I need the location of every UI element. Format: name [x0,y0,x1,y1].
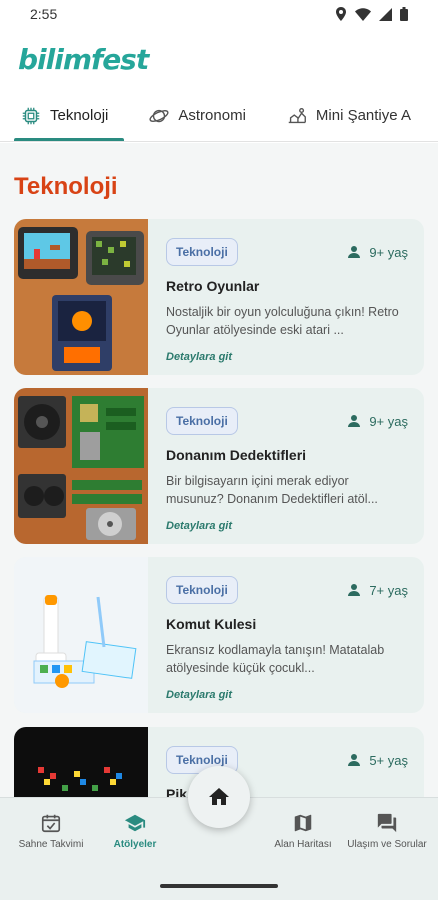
tab-label: Teknoloji [50,107,109,124]
person-icon [348,754,361,766]
map-icon [294,814,312,832]
planet-icon [149,109,169,122]
battery-icon [400,7,408,21]
person-icon [348,584,361,596]
age-label: 9+ yaş [347,245,408,260]
nav-atolyeler[interactable]: Atölyeler [90,812,180,850]
nav-sahne-takvimi[interactable]: Sahne Takvimi [6,812,96,850]
workshop-title: Retro Oyunlar [166,278,260,294]
nav-label: Ulaşım ve Sorular [347,839,427,850]
workshop-image-coding-tower [14,557,148,713]
workshop-title: Donanım Dedektifleri [166,447,307,463]
section-title: Teknoloji [14,173,118,200]
signal-icon [379,7,392,21]
workshop-title: Komut Kulesi [166,616,257,632]
age-value: 9+ yaş [369,244,408,260]
gesture-bar [160,884,278,888]
status-time: 2:55 [30,6,58,22]
chat-icon [377,813,397,833]
workshop-card[interactable]: Teknoloji 9+ yaş Retro Oyunlar Nostaljik… [14,219,424,375]
status-bar: 2:55 [0,0,438,28]
category-chip: Teknoloji [166,407,238,435]
category-chip: Teknoloji [166,238,238,266]
wifi-icon [355,7,371,21]
nav-label: Sahne Takvimi [18,839,84,850]
workshop-description: Nostaljik bir oyun yolculuğuna çıkın! Re… [166,305,399,337]
home-button[interactable] [188,766,250,828]
category-chip: Teknoloji [166,576,238,604]
age-label: 7+ yaş [347,583,408,598]
age-label: 9+ yaş [347,414,408,429]
nav-label: Atölyeler [113,839,157,850]
workshop-card[interactable]: Teknoloji 7+ yaş Komut Kulesi Ekransız k… [14,557,424,713]
workshop-image-retro-games [14,219,148,375]
workshop-card[interactable]: Teknoloji 9+ yaş Donanım Dedektifleri Bi… [14,388,424,544]
age-label: 5+ yaş [347,753,408,768]
tab-astronomi[interactable]: Astronomi [128,90,266,141]
chip-icon [22,107,40,124]
details-link[interactable]: Detaylara git [166,520,408,532]
age-value: 5+ yaş [369,752,408,768]
tab-label: Astronomi [178,107,246,124]
construction-icon [288,107,306,123]
home-icon [209,788,229,805]
age-value: 9+ yaş [369,413,408,429]
calendar-icon [41,814,61,833]
tab-label: Mini Şantiye A [315,107,411,124]
nav-label: Alan Haritası [274,839,332,850]
graduation-cap-icon [124,814,146,832]
category-tabs: Teknoloji Astronomi Mini Şantiye A [0,90,438,142]
location-icon [336,7,346,21]
age-value: 7+ yaş [369,582,408,598]
details-link[interactable]: Detaylara git [166,351,408,363]
person-icon [348,415,361,427]
workshop-description: Ekransız kodlamayla tanışın! Matatalab a… [166,643,385,675]
nav-alan-haritasi[interactable]: Alan Haritası [258,812,348,850]
tab-mini-santiye[interactable]: Mini Şantiye A [266,90,431,141]
details-link[interactable]: Detaylara git [166,689,408,701]
nav-ulasim-sorular[interactable]: Ulaşım ve Sorular [342,812,432,850]
workshop-image-hardware [14,388,148,544]
tab-teknoloji[interactable]: Teknoloji [0,90,128,141]
app-header: bilimfest [0,28,438,90]
workshop-description: Bir bilgisayarın içini merak ediyor musu… [166,474,378,506]
app-logo: bilimfest [18,42,149,76]
person-icon [348,246,361,258]
status-icons [335,7,408,21]
